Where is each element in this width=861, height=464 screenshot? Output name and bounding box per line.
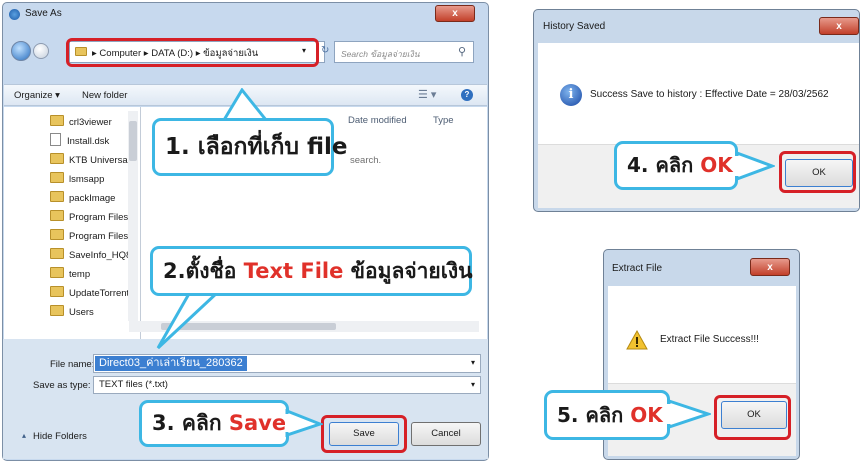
tree-item[interactable]: Program Files [50, 208, 130, 227]
tree-item[interactable]: Users [50, 303, 130, 322]
cancel-button[interactable]: Cancel [411, 422, 481, 446]
info-icon: i [560, 84, 582, 106]
callout-pointer [667, 398, 711, 430]
dialog-message: Success Save to history : Effective Date… [590, 89, 829, 100]
folder-tree: crl3viewer Install.dsk KTB Universal I l… [4, 107, 140, 339]
callout-highlight-text: Text File [243, 259, 344, 283]
file-name-value: Direct03_ค่าเล่าเรียน_280362 [95, 356, 247, 371]
empty-message: search. [350, 155, 382, 166]
ok-highlight [779, 151, 856, 193]
tree-item[interactable]: lsmsapp [50, 170, 130, 189]
dialog-title: Extract File [612, 263, 663, 274]
save-as-dialog: Save As x ▸ Computer ▸ DATA (D:) ▸ ข้อมู… [2, 2, 489, 461]
callout-step-3: 3. คลิก Save [139, 400, 289, 447]
search-placeholder: Search ข้อมูลจ่ายเงิน [341, 49, 420, 59]
callout-step-1: 1. เลือกที่เก็บ file [152, 118, 348, 176]
folder-icon [50, 153, 64, 164]
callout-text: ข้อมูลจ่ายเงิน [343, 259, 473, 283]
tree-item[interactable]: SaveInfo_HQ84 [50, 246, 130, 265]
app-icon [9, 9, 20, 20]
dialog-body: Extract File Success!!! [608, 286, 796, 383]
organize-menu[interactable]: Organize ▾ [14, 90, 60, 101]
tree-scroll-thumb[interactable] [129, 121, 137, 161]
chevron-down-icon[interactable]: ▾ [471, 380, 475, 389]
callout-highlight-text: Save [228, 411, 287, 435]
ok-highlight [714, 395, 791, 440]
folder-icon [50, 210, 64, 221]
folder-icon [50, 286, 64, 297]
callout-pointer [735, 150, 775, 182]
tree-item[interactable]: UpdateTorrent [50, 284, 130, 303]
folder-icon [50, 115, 64, 126]
callout-step-4: 4. คลิก OK [614, 141, 738, 190]
new-folder-button[interactable]: New folder [82, 90, 127, 101]
view-icon[interactable]: ☰ ▾ [418, 88, 436, 101]
folder-icon [50, 305, 64, 316]
help-icon[interactable]: ? [461, 89, 473, 101]
tree-item[interactable]: KTB Universal I [50, 151, 130, 170]
folder-icon [50, 191, 64, 202]
tree-scrollbar[interactable] [128, 111, 138, 321]
callout-pointer [221, 88, 270, 122]
warning-icon [626, 330, 648, 350]
file-name-input[interactable]: Direct03_ค่าเล่าเรียน_280362 ▾ [93, 354, 481, 373]
folder-icon [50, 248, 64, 259]
column-type[interactable]: Type [433, 115, 454, 126]
tree-item[interactable]: temp [50, 265, 130, 284]
back-button[interactable] [11, 41, 31, 61]
folder-icon [50, 229, 64, 240]
folder-icon [50, 267, 64, 278]
save-type-select[interactable]: TEXT files (*.txt) ▾ [93, 376, 481, 394]
dialog-body: i Success Save to history : Effective Da… [538, 43, 859, 144]
callout-text: 3. คลิก [152, 411, 229, 435]
callout-step-5: 5. คลิก OK [544, 390, 670, 440]
save-highlight [321, 415, 407, 453]
refresh-icon[interactable]: ↻ [321, 45, 329, 56]
callout-text: 4. คลิก [627, 153, 701, 177]
collapse-icon[interactable]: ▴ [22, 431, 26, 440]
forward-button[interactable] [33, 43, 49, 59]
close-button[interactable]: x [435, 5, 475, 22]
callout-text: 5. คลิก [557, 403, 631, 427]
file-name-label: File name: [50, 359, 95, 370]
search-icon: ⚲ [458, 46, 467, 58]
search-input[interactable]: Search ข้อมูลจ่ายเงิน ⚲ [334, 41, 474, 63]
callout-step-2: 2.ตั้งชื่อ Text File ข้อมูลจ่ายเงิน [150, 246, 473, 296]
callout-highlight-text: OK [630, 403, 663, 427]
folder-icon [50, 172, 64, 183]
tree-item[interactable]: Program Files ( [50, 227, 130, 246]
file-icon [50, 133, 61, 146]
hide-folders-button[interactable]: Hide Folders [33, 431, 87, 442]
close-button[interactable]: x [750, 258, 790, 276]
tree-item[interactable]: Install.dsk [50, 132, 130, 151]
tree-item[interactable]: crl3viewer [50, 113, 130, 132]
callout-pointer [285, 408, 323, 438]
column-date-modified[interactable]: Date modified [348, 115, 407, 126]
tree-item[interactable]: packImage [50, 189, 130, 208]
dialog-message: Extract File Success!!! [660, 334, 759, 345]
window-title: Save As [25, 8, 62, 19]
chevron-down-icon[interactable]: ▾ [471, 358, 475, 367]
tree-list: crl3viewer Install.dsk KTB Universal I l… [50, 113, 130, 322]
callout-text: 2.ตั้งชื่อ [163, 259, 244, 283]
save-type-value: TEXT files (*.txt) [99, 379, 168, 390]
callout-highlight-text: OK [700, 153, 733, 177]
save-type-label: Save as type: [33, 380, 91, 391]
callout-pointer [156, 290, 222, 350]
close-button[interactable]: x [819, 17, 859, 35]
address-highlight [66, 38, 319, 67]
dialog-title: History Saved [543, 21, 606, 32]
